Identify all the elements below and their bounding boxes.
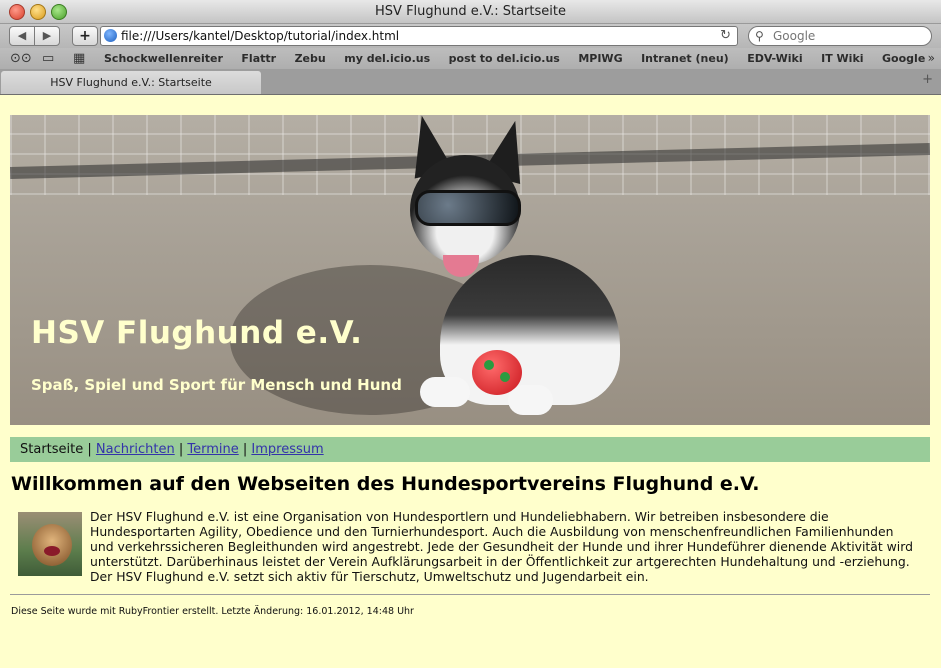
globe-icon (104, 29, 117, 42)
tab-label: HSV Flughund e.V.: Startseite (50, 76, 212, 89)
new-tab-icon[interactable]: + (922, 72, 933, 87)
ball-spot (500, 372, 510, 382)
nav-link-termine[interactable]: Termine (187, 442, 238, 457)
nav-link-impressum[interactable]: Impressum (251, 442, 323, 457)
nav-current-startseite: Startseite (20, 442, 84, 457)
header-banner-image: HSV Flughund e.V. Spaß, Spiel und Sport … (10, 115, 930, 425)
dog-goggles-graphic (415, 190, 521, 226)
web-page: HSV Flughund e.V. Spaß, Spiel und Sport … (0, 95, 941, 668)
bookmark-item[interactable]: Intranet (neu) (641, 52, 729, 65)
dog-face-graphic (32, 524, 72, 566)
bookmark-item[interactable]: my del.icio.us (344, 52, 430, 65)
dog-paw-graphic (420, 377, 470, 407)
reading-list-icon[interactable]: ⊙⊙ (10, 48, 32, 69)
minimize-window-button[interactable] (30, 4, 46, 20)
bookmark-item[interactable]: Schockwellenreiter (104, 52, 223, 65)
search-field[interactable]: ⚲ (748, 26, 932, 46)
bookmark-item[interactable]: post to del.icio.us (449, 52, 560, 65)
nav-separator: | (178, 442, 184, 457)
back-arrow-icon: ◀ (17, 29, 27, 42)
forward-arrow-icon: ▶ (42, 29, 52, 42)
footer-text: Diese Seite wurde mit RubyFrontier erste… (11, 606, 414, 617)
intro-paragraph: Der HSV Flughund e.V. ist eine Organisat… (90, 509, 913, 584)
zoom-window-button[interactable] (51, 4, 67, 20)
dog-thumbnail-image (18, 512, 82, 576)
site-title: HSV Flughund e.V. (31, 315, 363, 351)
nav-separator: | (242, 442, 248, 457)
bookmark-item[interactable]: EDV-Wiki (747, 52, 802, 65)
bookmark-item[interactable]: MPIWG (578, 52, 622, 65)
tab-startseite[interactable]: HSV Flughund e.V.: Startseite (1, 71, 261, 94)
bookmark-item[interactable]: Google (882, 52, 925, 65)
site-subtitle: Spaß, Spiel und Sport für Mensch und Hun… (31, 376, 402, 394)
search-icon: ⚲ (755, 29, 764, 43)
reload-icon[interactable]: ↻ (720, 27, 731, 45)
dog-mouth-graphic (44, 546, 60, 556)
page-heading: Willkommen auf den Webseiten des Hundesp… (11, 473, 760, 495)
bookmark-item[interactable]: Zebu (295, 52, 326, 65)
plus-icon: + (79, 28, 91, 44)
tab-bar: HSV Flughund e.V.: Startseite + (0, 69, 941, 95)
bookmark-item[interactable]: Flattr (241, 52, 276, 65)
bookmarks-bar: ⊙⊙ ▭ ▦ Schockwellenreiter Flattr Zebu my… (0, 48, 941, 69)
footer-divider (10, 594, 930, 595)
window-titlebar: HSV Flughund e.V.: Startseite (0, 0, 941, 24)
red-ball-graphic (472, 350, 522, 395)
address-text[interactable]: file:///Users/kantel/Desktop/tutorial/in… (121, 27, 399, 45)
address-bar[interactable]: file:///Users/kantel/Desktop/tutorial/in… (100, 26, 738, 46)
close-window-button[interactable] (9, 4, 25, 20)
bookmarks-overflow-icon[interactable]: » (928, 48, 935, 69)
dog-paw-graphic (508, 385, 553, 415)
nav-separator: | (87, 442, 92, 457)
search-input[interactable] (773, 28, 923, 43)
back-button[interactable]: ◀ (9, 26, 35, 46)
window-title: HSV Flughund e.V.: Startseite (375, 4, 566, 19)
ball-spot (484, 360, 494, 370)
site-navigation: Startseite | Nachrichten | Termine | Imp… (10, 437, 930, 462)
add-bookmark-button[interactable]: + (72, 26, 98, 46)
bookmark-items: Schockwellenreiter Flattr Zebu my del.ic… (104, 48, 940, 69)
top-sites-grid-icon[interactable]: ▦ (73, 48, 85, 69)
bookmarks-book-icon[interactable]: ▭ (42, 48, 54, 69)
forward-button[interactable]: ▶ (34, 26, 60, 46)
browser-toolbar: ◀ ▶ + file:///Users/kantel/Desktop/tutor… (0, 24, 941, 48)
bookmark-item[interactable]: IT Wiki (821, 52, 863, 65)
nav-link-nachrichten[interactable]: Nachrichten (96, 442, 175, 457)
